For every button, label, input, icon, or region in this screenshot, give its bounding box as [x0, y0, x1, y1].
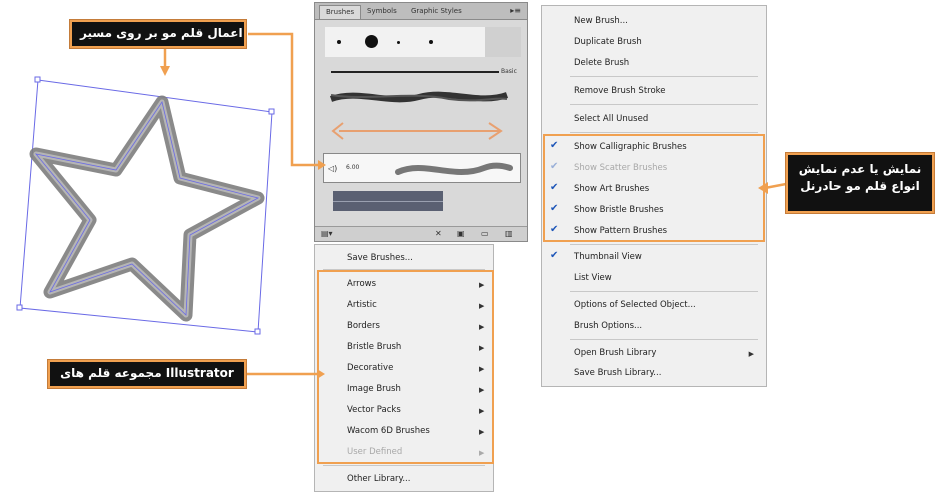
callout-line-1: نمایش یا عدم نمایش: [798, 162, 922, 176]
callout-brush-collection: مجموعه قلم های Illustrator: [48, 360, 246, 388]
callout-show-hide-brushes: نمایش یا عدم نمایش انواع قلم مو حادرنل: [786, 153, 934, 213]
callout-apply-brush: اعمال قلم مو بر روی مسیر: [70, 20, 246, 48]
callout-connectors: [160, 32, 787, 379]
connector-show-hide: [764, 182, 787, 190]
arrowhead-icon: [317, 369, 325, 379]
connector-apply-brush: [248, 32, 318, 167]
arrowhead-icon: [318, 160, 326, 170]
callout-line-2: انواع قلم مو حادرنل: [800, 179, 920, 193]
arrowhead-icon: [758, 182, 768, 194]
arrowhead-icon: [160, 66, 170, 76]
